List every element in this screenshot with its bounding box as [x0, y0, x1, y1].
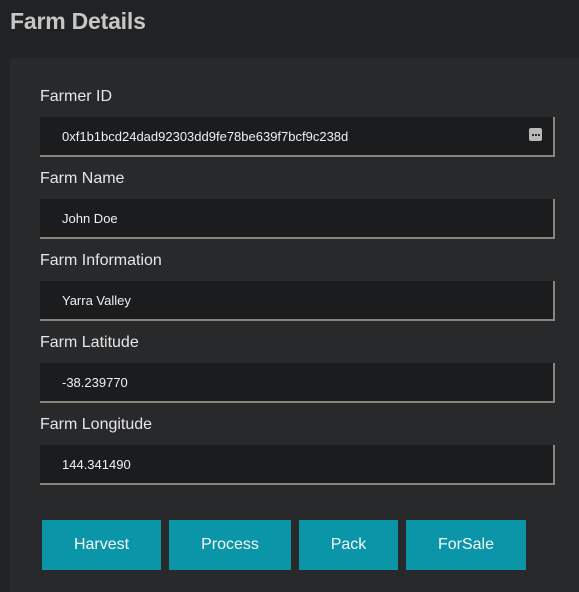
more-options-icon[interactable] [529, 128, 542, 141]
farm-information-field[interactable]: Yarra Valley [40, 281, 555, 321]
farmer-id-label: Farmer ID [40, 88, 112, 105]
page-title: Farm Details [10, 8, 146, 34]
farm-information-label: Farm Information [40, 252, 162, 269]
harvest-button[interactable]: Harvest [42, 520, 161, 570]
farm-name-field[interactable]: John Doe [40, 199, 555, 239]
process-button[interactable]: Process [169, 520, 291, 570]
farm-information-value: Yarra Valley [62, 293, 131, 308]
farmer-id-field[interactable]: 0xf1b1bcd24dad92303dd9fe78be639f7bcf9c23… [40, 117, 555, 157]
farm-latitude-field[interactable]: -38.239770 [40, 363, 555, 403]
farm-latitude-value: -38.239770 [62, 375, 128, 390]
for-sale-button[interactable]: ForSale [406, 520, 526, 570]
farm-name-value: John Doe [62, 211, 118, 226]
farm-longitude-value: 144.341490 [62, 457, 131, 472]
farm-longitude-label: Farm Longitude [40, 416, 153, 433]
farmer-id-value: 0xf1b1bcd24dad92303dd9fe78be639f7bcf9c23… [62, 129, 349, 144]
farm-name-label: Farm Name [40, 170, 125, 187]
farm-details-panel: Farmer ID 0xf1b1bcd24dad92303dd9fe78be63… [10, 58, 579, 592]
pack-button[interactable]: Pack [299, 520, 398, 570]
farm-latitude-label: Farm Latitude [40, 334, 139, 351]
farm-longitude-field[interactable]: 144.341490 [40, 445, 555, 485]
